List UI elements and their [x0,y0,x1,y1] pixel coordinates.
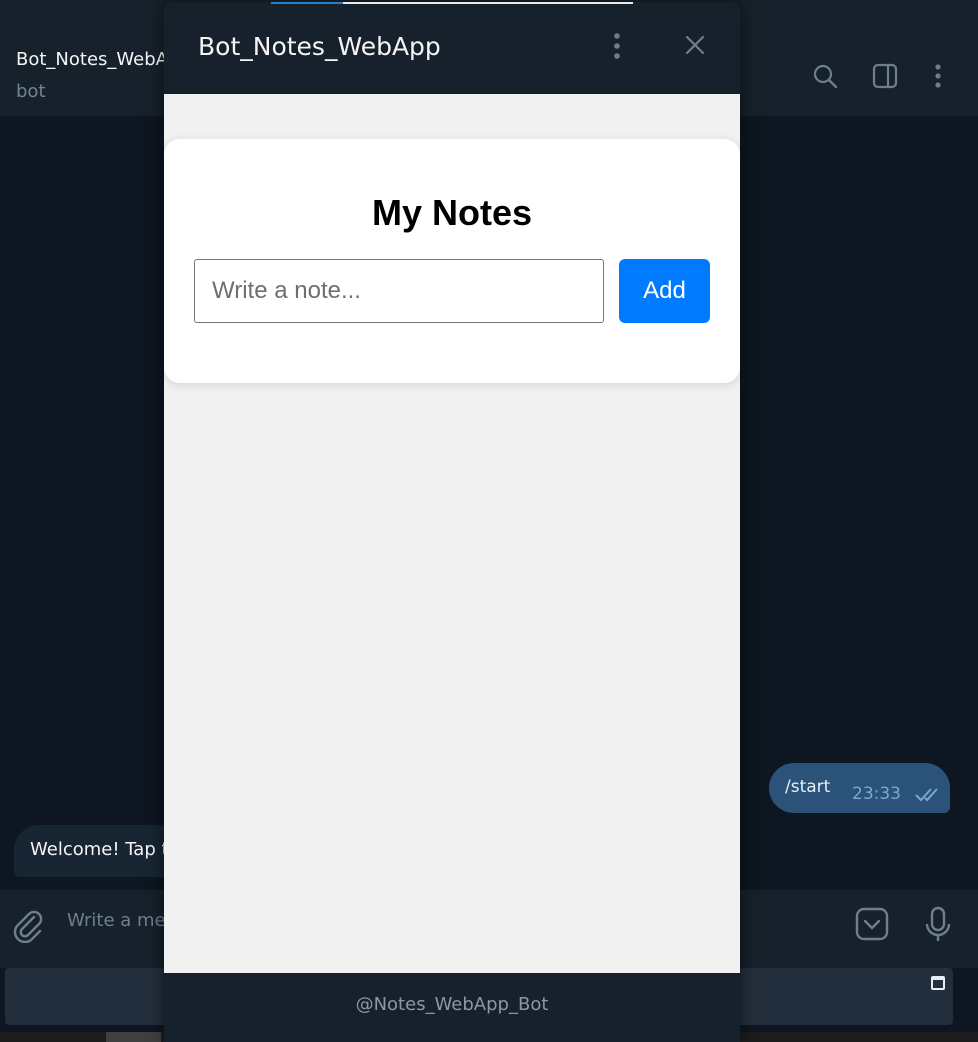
webapp-title: Bot_Notes_WebApp [198,32,441,61]
note-input[interactable] [194,259,604,323]
webapp-header: Bot_Notes_WebApp [164,2,740,94]
notes-heading: My Notes [371,192,533,233]
webapp-panel: Bot_Notes_WebApp My Notes Add @Notes_Web… [164,2,740,1042]
message-input[interactable]: Write a me [67,910,166,931]
more-vertical-icon[interactable] [924,62,952,90]
microphone-icon[interactable] [924,906,952,944]
attach-icon[interactable] [10,907,44,943]
bot-keyboard-icon[interactable] [855,907,889,941]
close-icon[interactable] [681,31,709,59]
message-time: 23:33 [852,784,901,804]
taskbar-item[interactable] [106,1032,161,1042]
window-icon [931,976,945,990]
loading-bar-track [343,2,633,4]
message-text: Welcome! Tap t [30,839,169,860]
notes-card: My Notes Add [164,139,740,383]
search-icon[interactable] [811,62,839,90]
loading-bar [271,2,343,4]
message-text: /start [785,777,831,797]
add-note-button[interactable]: Add [619,259,710,323]
bot-username[interactable]: @Notes_WebApp_Bot [164,994,740,1015]
chat-status: bot [16,81,46,102]
double-check-icon [915,788,938,802]
webapp-content: My Notes Add [164,94,740,973]
webapp-menu-icon[interactable] [610,30,624,62]
outgoing-message[interactable]: /start 23:33 [769,763,950,813]
webapp-footer: @Notes_WebApp_Bot [164,973,740,1042]
sidebar-toggle-icon[interactable] [871,62,899,90]
